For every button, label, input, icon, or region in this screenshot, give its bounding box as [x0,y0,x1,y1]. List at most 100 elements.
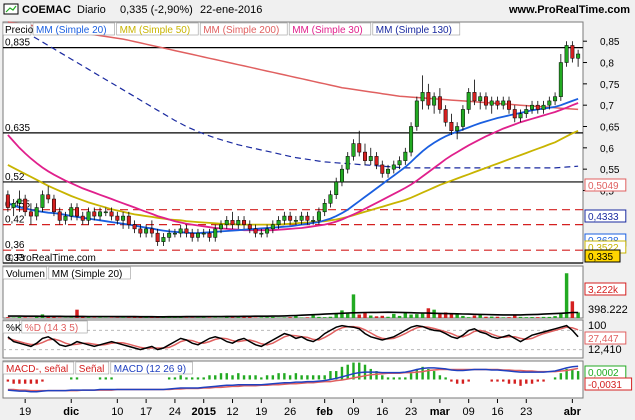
candle-body [219,224,223,230]
candle-body [386,168,391,174]
x-tick-label: 12 [226,406,238,418]
volume-bar [484,316,488,318]
candle-body [80,215,85,221]
candle-body [224,220,229,225]
candle-body [190,232,195,238]
price-ytick-label: 0,75 [600,80,620,91]
volume-bar [553,316,557,318]
candle-body [426,92,431,106]
price-legend-item: MM (Simple 200) [203,25,279,36]
candle-body [437,96,442,110]
stochastic-plot-area [2,319,584,359]
candle-body [34,207,39,217]
candle-body [247,224,252,230]
price-plot-area [2,21,584,264]
candle-body [524,109,529,114]
candle-body [576,53,581,59]
volume-bar [57,317,62,318]
candle-body [121,215,126,221]
candle-body [5,194,10,208]
candle-body [178,228,183,234]
ticker-symbol: COEMAC [22,4,71,16]
volume-bar [98,317,102,318]
volume-bar [530,317,534,318]
volume-bar [121,317,125,318]
macd-value-tag-positive: 0,0002 [588,368,619,379]
stochastic-legend-item: %D (14 3 5) [25,323,78,334]
volume-bar [570,301,575,318]
x-tick-label: dic [63,406,79,418]
price-legend-item: MM (Simple 130) [376,25,452,36]
candle-body [17,198,22,204]
candle-body [51,198,56,213]
volume-bar [403,312,408,318]
candle-body [501,100,506,106]
price-value-tag: 0,5049 [588,181,619,192]
candle-body [351,143,356,157]
x-tick-label: abr [564,406,582,418]
price-change: 0,335 (-2,90%) [120,4,193,16]
volume-bar [524,317,529,318]
volume-bar [386,316,390,318]
volume-bar [201,317,206,318]
candle-body [478,96,483,102]
x-tick-label: mar [430,406,451,418]
candle-body [541,104,546,110]
volume-panel: Volumen MM (Simple 20) 3,222k 398.222 [2,265,628,319]
volume-bar [299,317,304,318]
candle-body [40,194,45,208]
candle-body [172,232,177,235]
x-tick-label: 19 [19,406,31,418]
candle-body [265,228,270,234]
price-ytick-label: 0,65 [600,123,620,134]
volume-bar [461,315,465,318]
candle-body [305,215,310,221]
candle-body [201,232,206,235]
candle-body [126,215,131,225]
candle-body [69,207,74,217]
price-level-label: 0,635 [5,123,30,134]
candle-body [92,211,97,217]
candle-body [495,100,500,106]
volume-bar [69,317,73,318]
candle-body [282,215,287,221]
volume-bar [455,314,459,318]
candle-body [167,232,172,238]
candle-body [195,232,200,238]
candle-body [391,164,396,170]
candle-body [558,62,563,97]
volume-bar [265,317,269,318]
x-tick-label: 10 [111,406,123,418]
volume-legend-item: Volumen [6,269,45,280]
candle-body [288,215,293,221]
volume-bar [288,317,292,318]
volume-bar [392,313,396,318]
volume-bar [328,316,333,318]
candle-body [155,232,160,242]
candle-body [236,220,241,225]
watermark: © ProRealTime.com [6,253,96,264]
price-title: Precio [5,25,34,36]
macd-panel: MACD-, señal Señal MACD (12 26 9) 0,0002-0,… [2,360,633,399]
x-tick-label: 09 [463,406,475,418]
price-level-label: 0,52 [5,172,25,183]
period: Diario [77,4,106,16]
price-ytick-label: 0,85 [600,37,620,48]
candle-body [460,109,465,127]
volume-bar [507,317,511,318]
macd-value-tag-negative: -0,0031 [588,380,622,391]
candle-body [409,126,414,153]
volume-bar [564,273,569,318]
volume-bar [92,317,97,318]
panels: 0,850,80,750,70,650,60,550,50,6350,520,4… [2,21,633,399]
volume-bar [52,317,56,318]
candle-body [23,198,28,213]
candle-body [115,215,120,221]
stochastic-k-value: 12,410 [588,344,622,356]
candle-body [98,211,103,217]
volume-bar [23,317,27,318]
candle-body [161,237,166,242]
volume-bar [282,317,287,318]
volume-value-tag: 3,222k [588,285,619,296]
volume-bar [340,310,344,318]
